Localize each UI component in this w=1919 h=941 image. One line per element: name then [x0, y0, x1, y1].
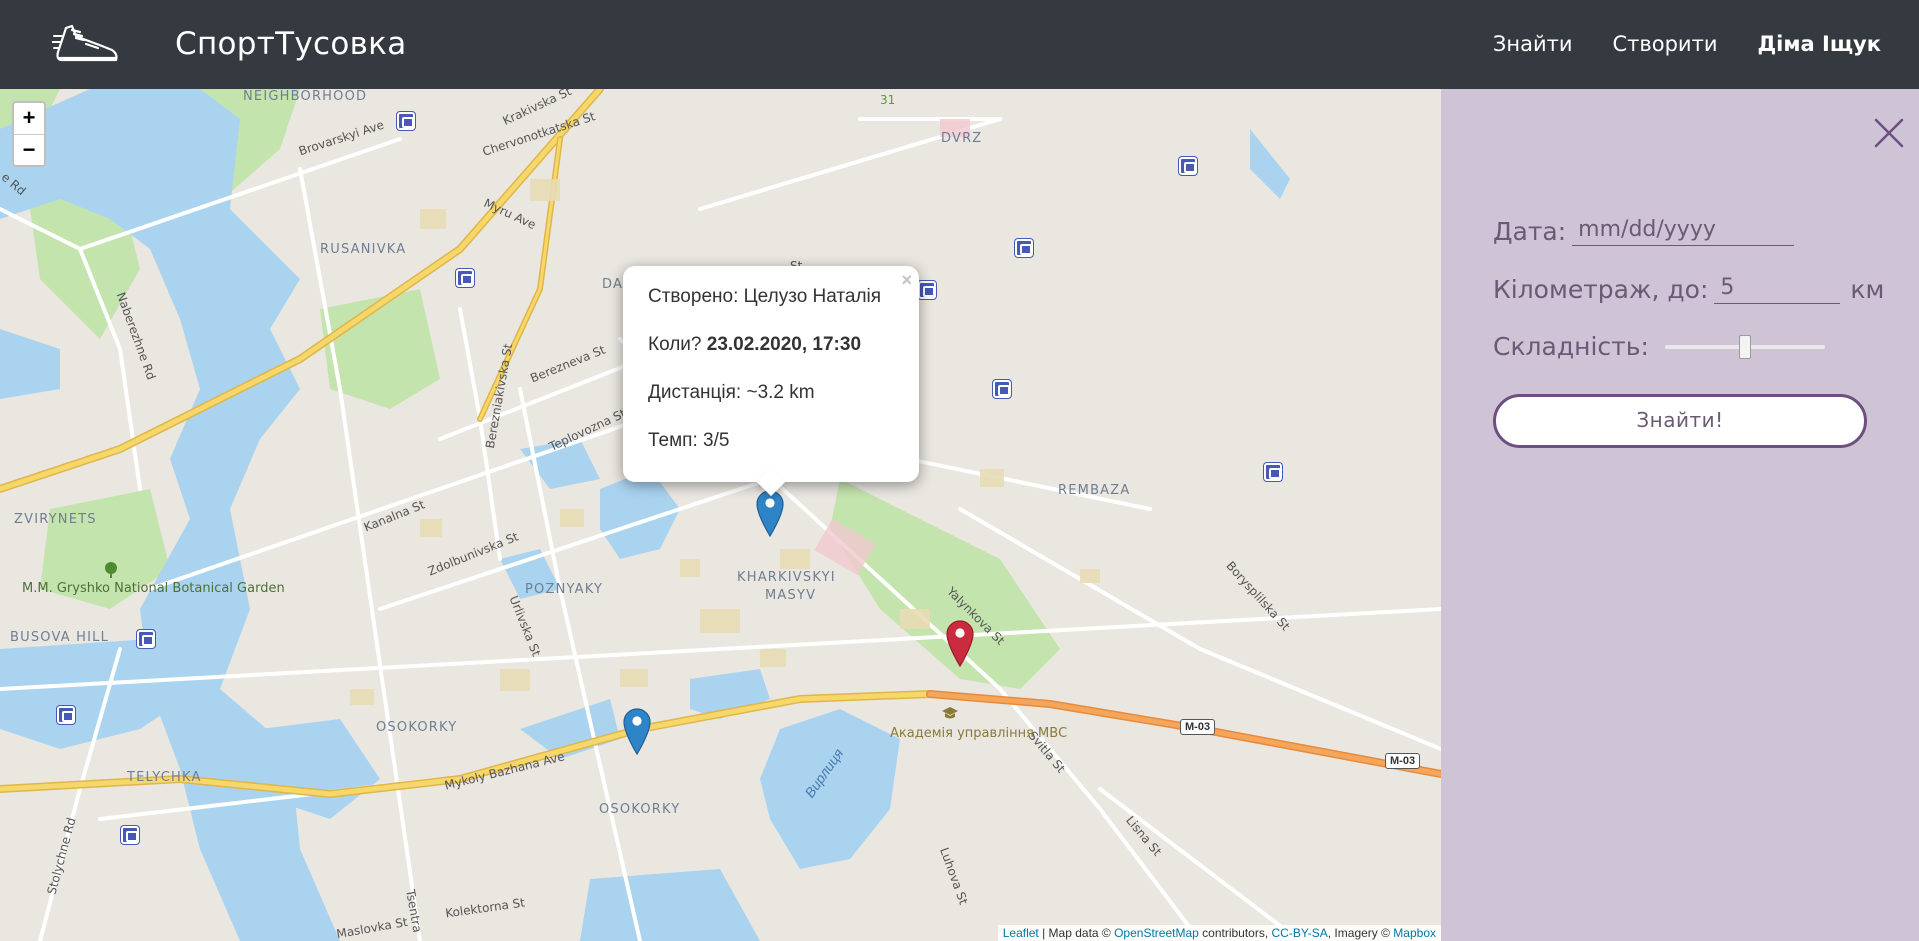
- district-label: DA: [602, 277, 624, 292]
- nav-user-profile[interactable]: Діма Іщук: [1757, 32, 1881, 56]
- difficulty-slider[interactable]: [1664, 335, 1825, 359]
- popup-created-label: Створено:: [648, 286, 744, 307]
- transit-stop-icon: [397, 112, 415, 130]
- district-label: TELYCHKA: [127, 770, 202, 785]
- attribution-text: | Map data ©: [1038, 926, 1115, 940]
- attribution-text: , Imagery ©: [1327, 926, 1394, 940]
- popup-distance-row: Дистанція: ~3.2 km: [648, 382, 894, 404]
- district-label: OSOKORKY: [599, 802, 681, 817]
- close-panel-icon[interactable]: [1873, 117, 1905, 149]
- poi-academy: Академія управління МВС: [890, 726, 1068, 741]
- nav-create[interactable]: Створити: [1612, 32, 1717, 56]
- map-view[interactable]: NEIGHBORHOOD DVRZ RUSANIVKA DA ZVIRYNETS…: [0, 89, 1441, 941]
- nav-find[interactable]: Знайти: [1493, 32, 1573, 56]
- date-row: Дата:: [1493, 217, 1795, 246]
- tree-icon: [105, 562, 117, 578]
- highway-shield: M-03: [1180, 719, 1216, 735]
- district-label: RUSANIVKA: [320, 242, 407, 257]
- find-button[interactable]: Знайти!: [1493, 394, 1867, 448]
- transit-stop-icon: [456, 269, 474, 287]
- zoom-control: + −: [12, 101, 46, 167]
- district-label: MASYV: [765, 588, 817, 603]
- popup-distance-label: Дистанція:: [648, 382, 747, 403]
- popup-pace-label: Темп:: [648, 430, 704, 451]
- district-label: POZNYAKY: [525, 582, 604, 597]
- district-label: BUSOVA HILL: [10, 630, 110, 645]
- filter-panel: Дата: Кілометраж, до: км Складність: Зна…: [1441, 89, 1919, 941]
- transit-stop-icon: [57, 706, 75, 724]
- app-header: СпортТусовка Знайти Створити Діма Іщук: [0, 0, 1919, 89]
- event-marker-blue[interactable]: [622, 707, 652, 755]
- district-label: KHARKIVSKYI: [737, 570, 836, 585]
- main-nav: Знайти Створити Діма Іщук: [1493, 32, 1881, 56]
- event-marker-blue[interactable]: [755, 489, 785, 537]
- event-popup: × Створено: Целузо Наталія Коли? 23.02.2…: [623, 266, 919, 497]
- date-input[interactable]: [1572, 217, 1795, 246]
- popup-close-button[interactable]: ×: [901, 270, 912, 291]
- mapbox-link[interactable]: Mapbox: [1393, 926, 1436, 940]
- km-row: Кілометраж, до: км: [1493, 275, 1884, 304]
- osm-link[interactable]: OpenStreetMap: [1114, 926, 1199, 940]
- date-label: Дата:: [1493, 217, 1567, 246]
- slider-thumb[interactable]: [1738, 335, 1751, 359]
- zoom-out-button[interactable]: −: [14, 134, 44, 165]
- difficulty-row: Складність:: [1493, 332, 1825, 361]
- map-attribution: Leaflet | Map data © OpenStreetMap contr…: [997, 925, 1441, 941]
- popup-pace-value: 3/5: [703, 430, 730, 451]
- km-unit: км: [1850, 275, 1885, 304]
- popup-created-row: Створено: Целузо Наталія: [648, 286, 894, 308]
- zoom-in-button[interactable]: +: [14, 103, 44, 134]
- difficulty-label: Складність:: [1493, 332, 1649, 361]
- event-marker-red[interactable]: [945, 619, 975, 667]
- district-label: NEIGHBORHOOD: [243, 89, 368, 104]
- transit-stop-icon: [1179, 157, 1197, 175]
- transit-stop-icon: [121, 826, 139, 844]
- transit-stop-icon: [1015, 239, 1033, 257]
- brand-title[interactable]: СпортТусовка: [175, 26, 407, 62]
- popup-when-label: Коли?: [648, 334, 707, 355]
- popup-when-row: Коли? 23.02.2020, 17:30: [648, 334, 894, 356]
- transit-stop-icon: [137, 630, 155, 648]
- license-link[interactable]: CC-BY-SA: [1272, 926, 1328, 940]
- highway-shield: M-03: [1385, 753, 1421, 769]
- popup-created-value: Целузо Наталія: [743, 286, 882, 307]
- km-input[interactable]: [1714, 275, 1841, 304]
- transit-stop-icon: [993, 380, 1011, 398]
- district-label: DVRZ: [941, 131, 983, 146]
- district-label: REMBAZA: [1058, 483, 1131, 498]
- transit-stop-icon: [1264, 463, 1282, 481]
- district-label: OSOKORKY: [376, 720, 458, 735]
- popup-pace-row: Темп: 3/5: [648, 430, 894, 452]
- sneaker-logo-icon[interactable]: [52, 14, 122, 72]
- district-label: ZVIRYNETS: [14, 512, 97, 527]
- map-base-layer: [0, 89, 1441, 941]
- attribution-text: contributors,: [1198, 926, 1272, 940]
- graduation-cap-icon: [942, 707, 958, 719]
- popup-distance-value: ~3.2 km: [746, 382, 815, 403]
- transit-stop-icon: [918, 281, 936, 299]
- poi-botanical-garden: M.M. Gryshko National Botanical Garden: [22, 581, 285, 596]
- popup-when-value: 23.02.2020, 17:30: [706, 334, 862, 355]
- leaflet-link[interactable]: Leaflet: [1003, 926, 1039, 940]
- street-label: 31: [880, 93, 896, 107]
- km-label: Кілометраж, до:: [1493, 275, 1709, 304]
